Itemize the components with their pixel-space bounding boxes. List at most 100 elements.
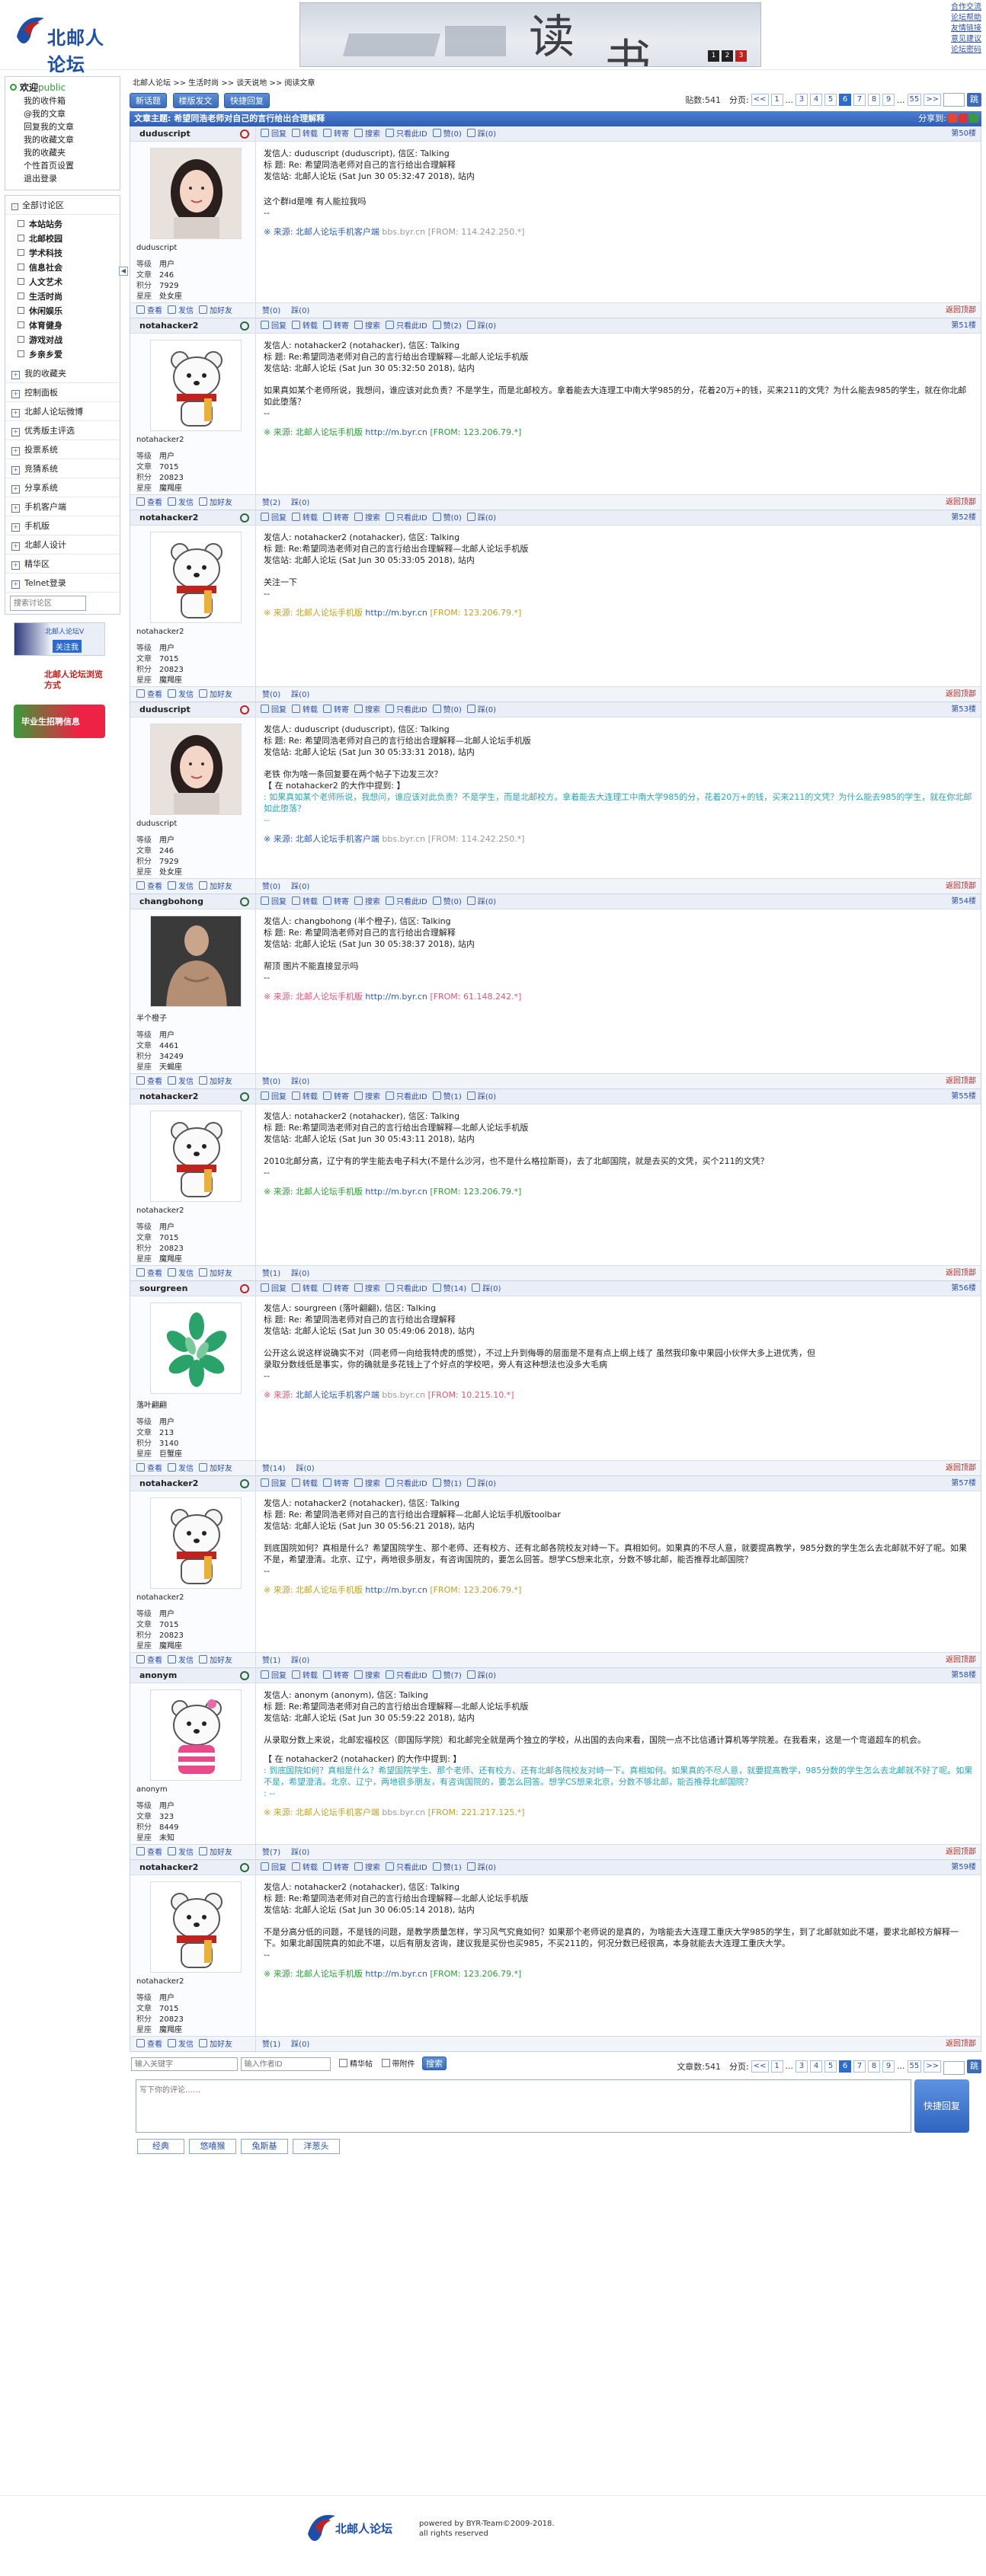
message-action[interactable]: 发信: [168, 691, 194, 699]
view-action[interactable]: 查看: [136, 1657, 162, 1665]
like-button[interactable]: 赞(14): [262, 1465, 286, 1473]
back-to-top[interactable]: 返回顶部: [946, 303, 976, 318]
dislike-action[interactable]: 踩(0): [467, 1864, 496, 1872]
client-link[interactable]: 北邮人论坛手机客户端: [296, 834, 379, 844]
search-action[interactable]: 搜索: [354, 322, 380, 331]
post-author[interactable]: duduscript: [130, 702, 256, 717]
back-to-top[interactable]: 返回顶部: [946, 1266, 976, 1281]
like-action[interactable]: 赞(7): [433, 1672, 462, 1680]
share-weibo-icon[interactable]: [948, 113, 957, 123]
like-button[interactable]: 赞(0): [262, 1078, 280, 1086]
banner-ad[interactable]: 读 书 1 2 3: [299, 2, 761, 67]
repost-action[interactable]: 转载: [292, 1672, 318, 1680]
browse-promo[interactable]: 北邮人论坛浏览方式: [14, 663, 105, 697]
host-link[interactable]: http://m.byr.cn: [365, 1585, 427, 1595]
emoticon-tab[interactable]: 兔斯基: [241, 2139, 288, 2154]
view-action[interactable]: 查看: [136, 1078, 162, 1086]
message-action[interactable]: 发信: [168, 1270, 194, 1278]
only-this-id-action[interactable]: 只看此ID: [386, 898, 427, 906]
page-link[interactable]: >>: [924, 2060, 941, 2073]
view-action[interactable]: 查看: [136, 883, 162, 891]
dislike-button[interactable]: 踩(0): [291, 1849, 309, 1857]
sidebar-link-replies[interactable]: 回复我的文章: [10, 120, 115, 133]
host-link[interactable]: bbs.byr.cn: [382, 834, 425, 844]
back-to-top[interactable]: 返回顶部: [946, 687, 976, 702]
repost-action[interactable]: 转载: [292, 322, 318, 331]
board-item[interactable]: 休闲娱乐: [18, 304, 115, 318]
search-action[interactable]: 搜索: [354, 1864, 380, 1872]
board-item[interactable]: 北邮校园: [18, 232, 115, 246]
new-topic-button[interactable]: 新话题: [130, 93, 167, 108]
floor-number[interactable]: 第54楼: [951, 894, 976, 909]
sidebar-collapse-icon[interactable]: ◀: [119, 267, 128, 276]
view-action[interactable]: 查看: [136, 1849, 162, 1857]
dislike-button[interactable]: 踩(0): [291, 691, 309, 699]
page-link[interactable]: 55: [907, 94, 922, 106]
sidebar-section[interactable]: 北邮人论坛微博: [5, 402, 120, 421]
emoticon-tab[interactable]: 洋葱头: [293, 2139, 340, 2154]
like-button[interactable]: 赞(2): [262, 499, 280, 507]
board-item[interactable]: 乡亲乡爱: [18, 347, 115, 362]
forward-action[interactable]: 转寄: [323, 1864, 349, 1872]
add-friend-action[interactable]: 加好友: [199, 691, 232, 699]
reply-action[interactable]: 回复: [261, 514, 287, 523]
top-link[interactable]: 合作交流: [951, 2, 981, 13]
floor-number[interactable]: 第55楼: [951, 1089, 976, 1104]
only-this-id-action[interactable]: 只看此ID: [386, 322, 427, 331]
message-action[interactable]: 发信: [168, 1078, 194, 1086]
host-link[interactable]: http://m.byr.cn: [365, 427, 427, 437]
dislike-button[interactable]: 踩(0): [291, 307, 309, 315]
only-this-id-action[interactable]: 只看此ID: [386, 1480, 427, 1488]
sidebar-link-fav-articles[interactable]: 我的收藏文章: [10, 133, 115, 146]
post-author[interactable]: notahacker2: [130, 510, 256, 525]
page-jump-input[interactable]: [943, 93, 965, 107]
message-action[interactable]: 发信: [168, 1849, 194, 1857]
message-action[interactable]: 发信: [168, 1657, 194, 1665]
like-button[interactable]: 赞(7): [262, 1849, 280, 1857]
sidebar-link-favorites[interactable]: 我的收藏夹: [10, 146, 115, 159]
floor-number[interactable]: 第58楼: [951, 1668, 976, 1683]
host-link[interactable]: bbs.byr.cn: [382, 1390, 425, 1400]
post-author[interactable]: notahacker2: [130, 1089, 256, 1104]
forward-action[interactable]: 转寄: [323, 1285, 349, 1293]
page-link[interactable]: >>: [924, 94, 941, 106]
sidebar-section[interactable]: 投票系统: [5, 440, 120, 459]
repost-action[interactable]: 转载: [292, 1285, 318, 1293]
dislike-action[interactable]: 踩(0): [472, 1285, 501, 1293]
repost-action[interactable]: 转载: [292, 898, 318, 906]
page-link[interactable]: 7: [853, 2060, 866, 2073]
digest-checkbox[interactable]: 精华帖: [339, 2057, 373, 2069]
client-link[interactable]: 北邮人论坛手机客户端: [296, 227, 379, 237]
forward-action[interactable]: 转寄: [323, 1672, 349, 1680]
crumb-item[interactable]: 北邮人论坛: [133, 79, 171, 88]
emoticon-tab[interactable]: 悠嘻猴: [189, 2139, 236, 2154]
floor-number[interactable]: 第52楼: [951, 510, 976, 526]
avatar[interactable]: [150, 1689, 242, 1781]
search-action[interactable]: 搜索: [354, 130, 380, 139]
board-item[interactable]: 体育健身: [18, 318, 115, 333]
view-action[interactable]: 查看: [136, 307, 162, 315]
host-link[interactable]: http://m.byr.cn: [365, 1969, 427, 1979]
back-to-top[interactable]: 返回顶部: [946, 1461, 976, 1476]
page-link[interactable]: 1: [770, 94, 783, 106]
dislike-action[interactable]: 踩(0): [467, 898, 496, 906]
quick-reply-button[interactable]: 快捷回复: [224, 93, 270, 108]
repost-action[interactable]: 转载: [292, 514, 318, 523]
floor-number[interactable]: 第51楼: [951, 318, 976, 334]
avatar[interactable]: [150, 724, 242, 815]
search-action[interactable]: 搜索: [354, 1093, 380, 1101]
like-button[interactable]: 赞(1): [262, 1657, 280, 1665]
floor-number[interactable]: 第56楼: [951, 1281, 976, 1296]
repost-action[interactable]: 转载: [292, 1864, 318, 1872]
host-link[interactable]: bbs.byr.cn: [382, 1807, 425, 1817]
like-button[interactable]: 赞(1): [262, 1270, 280, 1278]
avatar[interactable]: [150, 1111, 242, 1202]
avatar[interactable]: [150, 1881, 242, 1973]
page-link[interactable]: 5: [824, 2060, 837, 2073]
reply-action[interactable]: 回复: [261, 706, 287, 714]
floor-number[interactable]: 第50楼: [951, 126, 976, 142]
crumb-item[interactable]: 谈天说地: [236, 79, 267, 88]
page-link[interactable]: 6: [839, 94, 851, 106]
search-action[interactable]: 搜索: [354, 706, 380, 714]
client-link[interactable]: 北邮人论坛手机客户端: [296, 1390, 379, 1400]
